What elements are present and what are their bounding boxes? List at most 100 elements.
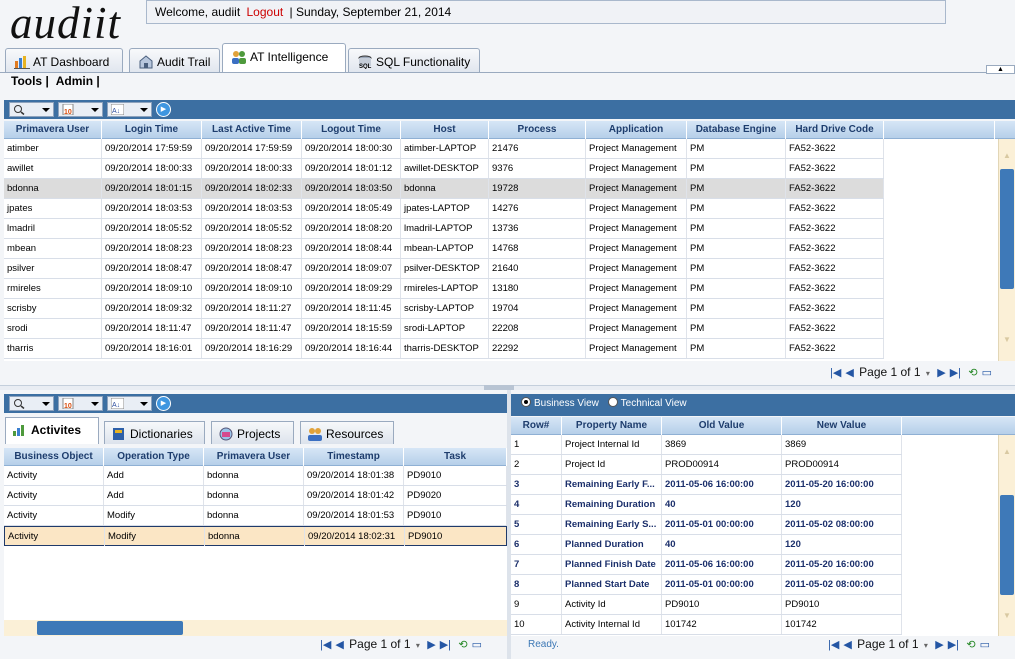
technical-view-radio[interactable]: Technical View [607,397,687,409]
tab-projects[interactable]: Projects [211,421,294,444]
tab-activites[interactable]: Activites [5,417,99,444]
session-row[interactable]: srodi 09/20/2014 18:11:47 09/20/2014 18:11… [4,319,884,339]
detail-row[interactable]: 3 Remaining Early F... 2011-05-06 16:00:00… [511,475,902,495]
col-primavera-user[interactable]: Primavera User [4,121,102,139]
col-operation-type[interactable]: Operation Type [104,448,204,466]
tab-at-intelligence[interactable]: AT Intelligence [222,43,346,73]
session-row[interactable]: jpates 09/20/2014 18:03:53 09/20/2014 18:0… [4,199,884,219]
session-row[interactable]: rmireles 09/20/2014 18:09:10 09/20/2014 18… [4,279,884,299]
col-task[interactable]: Task [404,448,507,466]
hscroll-thumb[interactable] [37,621,183,635]
menu-admin[interactable]: Admin | [56,74,100,88]
col-last-active-time[interactable]: Last Active Time [202,121,302,139]
col-login-time[interactable]: Login Time [102,121,202,139]
col-process[interactable]: Process [489,121,586,139]
tab-at-dashboard[interactable]: AT Dashboard [5,48,123,73]
activity-row[interactable]: Activity Modify bdonna 09/20/2014 18:01:53 P… [4,506,507,526]
detail-row[interactable]: 4 Remaining Duration 40 120 [511,495,902,515]
tab-sql-functionality[interactable]: SQL SQL Functionality [348,48,480,73]
sort-dropdown[interactable]: A↓ [107,102,152,117]
last-page-icon[interactable]: ▶| [440,638,451,651]
session-row[interactable]: lmadril 09/20/2014 18:05:52 09/20/2014 18:… [4,219,884,239]
col-timestamp[interactable]: Timestamp [304,448,404,466]
activity-row[interactable]: Activity Modify bdonna 09/20/2014 18:02:31 P… [4,526,507,546]
col-new-value[interactable]: New Value [782,417,902,435]
export-icon[interactable]: ▭ [980,638,990,651]
col-database-engine[interactable]: Database Engine [687,121,786,139]
tab-audit-trail[interactable]: Audit Trail [129,48,220,73]
first-page-icon[interactable]: |◀ [830,366,841,379]
activity-row[interactable]: Activity Add bdonna 09/20/2014 18:01:38 PD90… [4,466,507,486]
session-row[interactable]: scrisby 09/20/2014 18:09:32 09/20/2014 18:… [4,299,884,319]
col-primavera-user[interactable]: Primavera User [204,448,304,466]
activity-row[interactable]: Activity Add bdonna 09/20/2014 18:01:42 PD90… [4,486,507,506]
export-icon[interactable]: ▭ [982,366,992,379]
col-old-value[interactable]: Old Value [662,417,782,435]
detail-row[interactable]: 9 Activity Id PD9010 PD9010 [511,595,902,615]
run-play-icon[interactable]: ▶ [156,102,171,117]
first-page-icon[interactable]: |◀ [320,638,331,651]
scroll-down-icon[interactable]: ▼ [999,611,1015,620]
detail-row[interactable]: 2 Project Id PROD00914 PROD00914 [511,455,902,475]
page-dropdown-icon[interactable]: ▾ [924,641,928,650]
col-business-object[interactable]: Business Object [4,448,104,466]
detail-row[interactable]: 10 Activity Internal Id 101742 101742 [511,615,902,635]
refresh-icon[interactable]: ⟲ [966,638,975,651]
next-page-icon[interactable]: ▶ [935,638,943,651]
activities-hscroll[interactable] [4,620,507,636]
page-size-dropdown[interactable]: 10 [58,102,103,117]
scroll-up-icon[interactable]: ▲ [999,447,1015,456]
filter-dropdown[interactable] [9,396,54,411]
details-vscroll[interactable]: ▲ ▼ [998,435,1015,636]
tab-resources[interactable]: Resources [300,421,394,444]
detail-row[interactable]: 8 Planned Start Date 2011-05-01 00:00:00 20… [511,575,902,595]
detail-row[interactable]: 1 Project Internal Id 3869 3869 [511,435,902,455]
detail-row[interactable]: 7 Planned Finish Date 2011-05-06 16:00:00 2… [511,555,902,575]
refresh-icon[interactable]: ⟲ [458,638,467,651]
export-icon[interactable]: ▭ [472,638,482,651]
prev-page-icon[interactable]: ◀ [335,638,343,651]
sort-dropdown[interactable]: A↓ [107,396,152,411]
col-hard-drive-code[interactable]: Hard Drive Code [786,121,884,139]
activity-cell: Activity [5,527,105,546]
page-size-dropdown[interactable]: 10 [58,396,103,411]
detail-cell: 2011-05-20 16:00:00 [782,475,902,494]
col-host[interactable]: Host [401,121,489,139]
col-logout-time[interactable]: Logout Time [302,121,401,139]
session-row[interactable]: tharris 09/20/2014 18:16:01 09/20/2014 18:… [4,339,884,359]
session-row[interactable]: mbean 09/20/2014 18:08:23 09/20/2014 18:08… [4,239,884,259]
logout-link[interactable]: Logout [247,5,284,19]
scroll-up-icon[interactable]: ▲ [999,151,1015,160]
page-dropdown-icon[interactable]: ▾ [926,369,930,378]
col-row-number[interactable]: Row# [511,417,562,435]
next-page-icon[interactable]: ▶ [937,366,945,379]
last-page-icon[interactable]: ▶| [948,638,959,651]
col-property-name[interactable]: Property Name [562,417,662,435]
scroll-thumb[interactable] [1000,169,1014,289]
filter-dropdown[interactable] [9,102,54,117]
run-play-icon[interactable]: ▶ [156,396,171,411]
detail-row[interactable]: 5 Remaining Early S... 2011-05-01 00:00:00… [511,515,902,535]
sessions-vscroll[interactable]: ▲ ▼ [998,139,1015,361]
session-cell: 09/20/2014 18:08:23 [102,239,202,258]
page-dropdown-icon[interactable]: ▾ [416,641,420,650]
session-row[interactable]: atimber 09/20/2014 17:59:59 09/20/2014 17:… [4,139,884,159]
session-row[interactable]: awillet 09/20/2014 18:00:33 09/20/2014 18:… [4,159,884,179]
last-page-icon[interactable]: ▶| [950,366,961,379]
prev-page-icon[interactable]: ◀ [845,366,853,379]
col-application[interactable]: Application [586,121,687,139]
first-page-icon[interactable]: |◀ [828,638,839,651]
session-cell: 09/20/2014 18:15:59 [302,319,401,338]
refresh-icon[interactable]: ⟲ [968,366,977,379]
business-view-radio[interactable]: Business View [521,397,599,409]
scroll-thumb[interactable] [1000,495,1014,595]
tab-dictionaries[interactable]: Dictionaries [104,421,205,444]
menu-tools[interactable]: Tools | [11,74,49,88]
session-row[interactable]: psilver 09/20/2014 18:08:47 09/20/2014 18:… [4,259,884,279]
scroll-down-icon[interactable]: ▼ [999,335,1015,344]
detail-row[interactable]: 6 Planned Duration 40 120 [511,535,902,555]
collapse-header-button[interactable]: ▲ [986,65,1015,74]
session-row[interactable]: bdonna 09/20/2014 18:01:15 09/20/2014 18:0… [4,179,884,199]
next-page-icon[interactable]: ▶ [427,638,435,651]
prev-page-icon[interactable]: ◀ [843,638,851,651]
